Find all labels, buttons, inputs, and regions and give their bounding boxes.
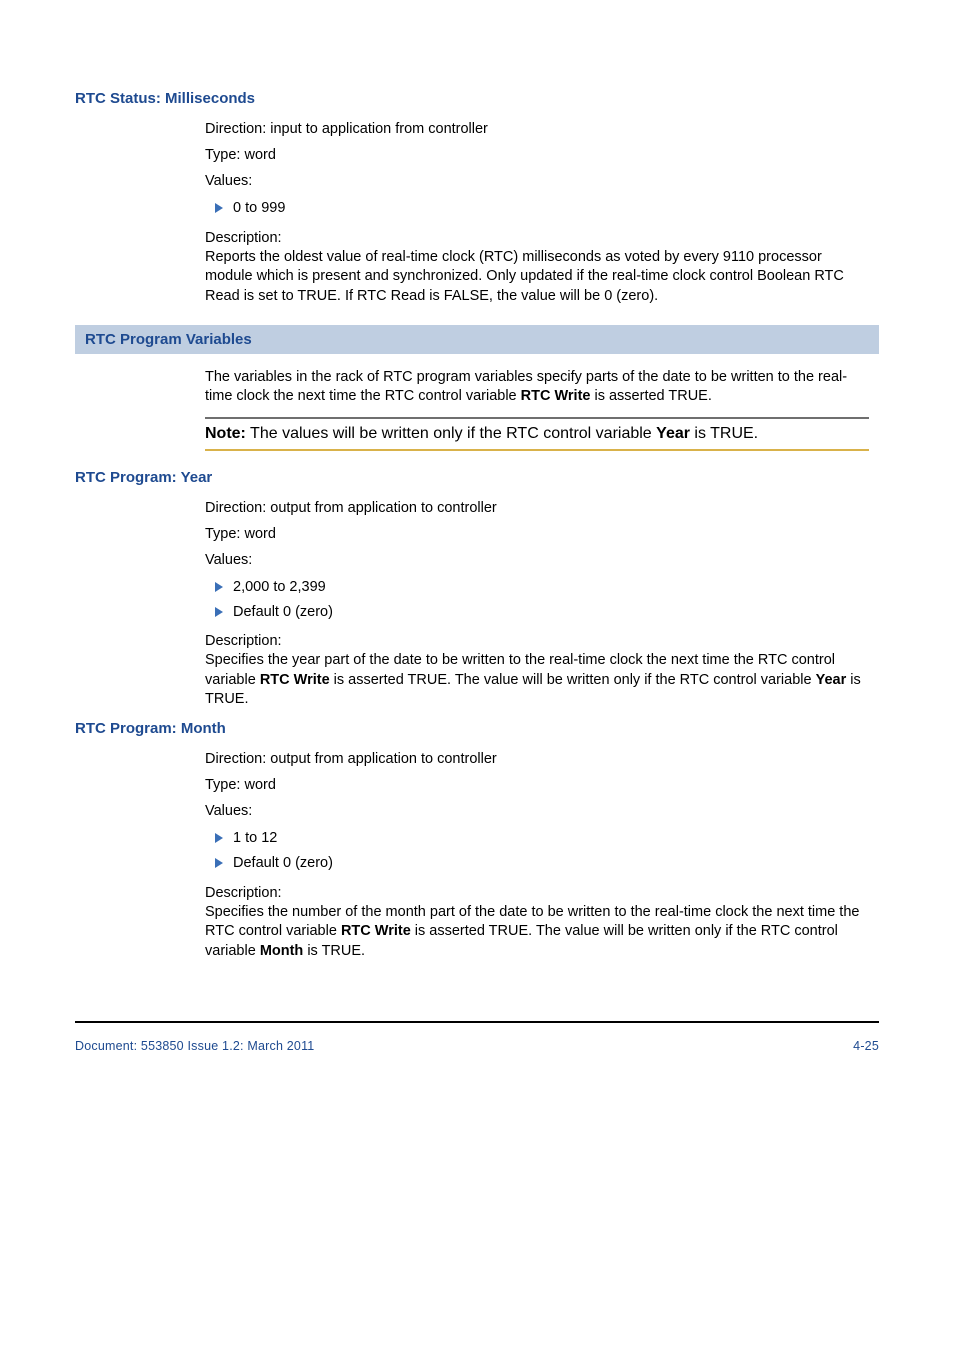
values-label: Values:: [205, 803, 869, 819]
note-post: is TRUE.: [690, 425, 758, 442]
footer-divider: [75, 1021, 879, 1023]
desc-bold-2: Month: [260, 943, 303, 959]
type-line: Type: word: [205, 147, 869, 163]
values-label: Values:: [205, 173, 869, 189]
list-item: Default 0 (zero): [205, 854, 869, 873]
heading-rtc-status-ms: RTC Status: Milliseconds: [75, 90, 879, 107]
triangle-bullet-icon: [215, 582, 223, 592]
desc-bold-1: RTC Write: [260, 672, 330, 688]
description-label: Description:: [205, 885, 869, 901]
direction-line: Direction: output from application to co…: [205, 500, 869, 516]
note-label: Note:: [205, 425, 246, 442]
bullet-text: 1 to 12: [233, 829, 277, 848]
desc-mid: is asserted TRUE. The value will be writ…: [330, 672, 816, 688]
bullet-text: 2,000 to 2,399: [233, 578, 326, 597]
heading-rtc-program-month: RTC Program: Month: [75, 720, 879, 737]
description-label: Description:: [205, 230, 869, 246]
list-item: 2,000 to 2,399: [205, 578, 869, 597]
page-footer: Document: 553850 Issue 1.2: March 2011 4…: [75, 1039, 879, 1053]
list-item: 1 to 12: [205, 829, 869, 848]
bullet-text: Default 0 (zero): [233, 603, 333, 622]
description-label: Description:: [205, 633, 869, 649]
note-bold: Year: [656, 425, 690, 442]
intro-bold: RTC Write: [521, 388, 591, 404]
description-body: Specifies the year part of the date to b…: [205, 651, 869, 710]
footer-right: 4-25: [853, 1039, 879, 1053]
heading-rtc-program-year: RTC Program: Year: [75, 469, 879, 486]
note-pre: The values will be written only if the R…: [246, 425, 656, 442]
desc-bold-2: Year: [816, 672, 847, 688]
description-body: Specifies the number of the month part o…: [205, 903, 869, 962]
triangle-bullet-icon: [215, 858, 223, 868]
intro-paragraph: The variables in the rack of RTC program…: [205, 368, 869, 407]
heading-rtc-program-variables: RTC Program Variables: [75, 325, 879, 354]
note-box: Note: The values will be written only if…: [205, 417, 869, 451]
footer-left: Document: 553850 Issue 1.2: March 2011: [75, 1039, 314, 1053]
triangle-bullet-icon: [215, 833, 223, 843]
desc-post: is TRUE.: [303, 943, 365, 959]
list-item: 0 to 999: [205, 199, 869, 218]
direction-line: Direction: input to application from con…: [205, 121, 869, 137]
bullet-text: 0 to 999: [233, 199, 285, 218]
description-body: Reports the oldest value of real-time cl…: [205, 248, 869, 307]
triangle-bullet-icon: [215, 203, 223, 213]
direction-line: Direction: output from application to co…: [205, 751, 869, 767]
list-item: Default 0 (zero): [205, 603, 869, 622]
triangle-bullet-icon: [215, 607, 223, 617]
desc-bold-1: RTC Write: [341, 923, 411, 939]
values-label: Values:: [205, 552, 869, 568]
type-line: Type: word: [205, 777, 869, 793]
bullet-text: Default 0 (zero): [233, 854, 333, 873]
type-line: Type: word: [205, 526, 869, 542]
intro-post: is asserted TRUE.: [590, 388, 711, 404]
